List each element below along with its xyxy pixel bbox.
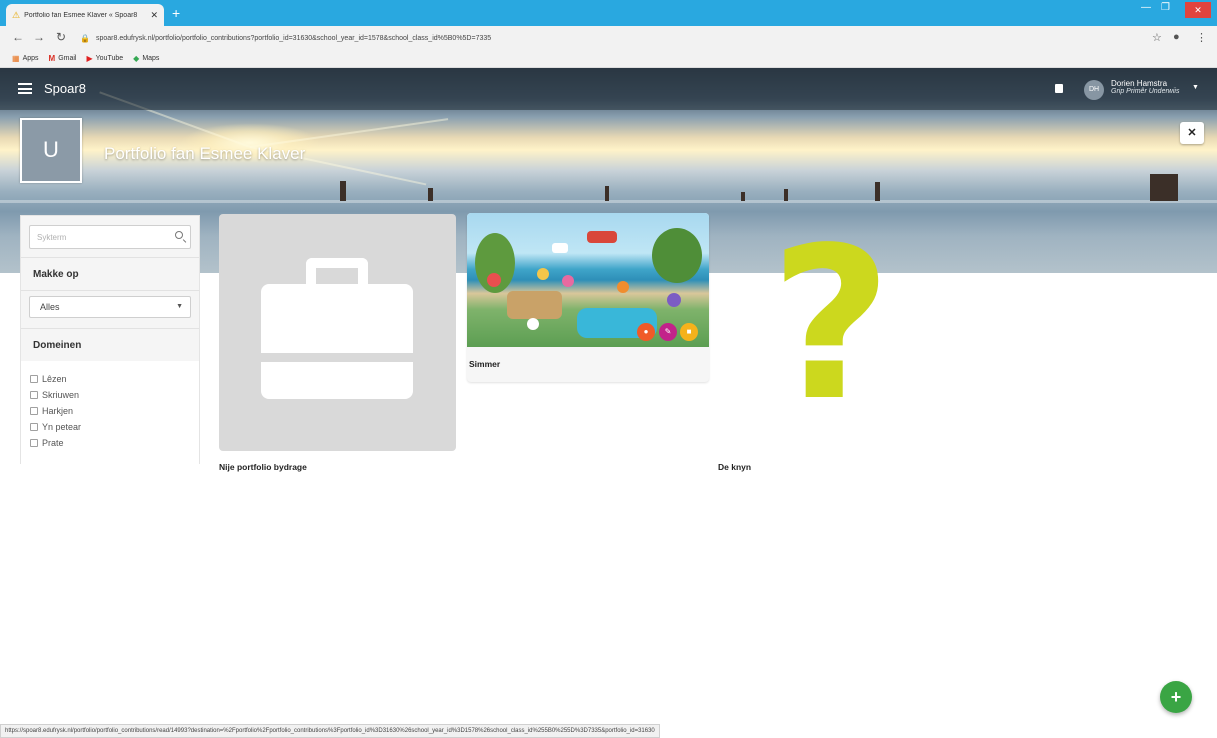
maximize-icon[interactable]: ❐ [1161, 2, 1170, 13]
youtube-icon: ▶ [86, 54, 93, 63]
caret-down-icon[interactable]: ▼ [1192, 84, 1199, 91]
briefcase-icon [261, 284, 413, 399]
makke-op-heading: Makke op [21, 257, 199, 291]
illus-boat [552, 243, 568, 253]
illus-plane [587, 231, 617, 243]
search-box [29, 225, 191, 249]
bookmark-gmail[interactable]: M Gmail [49, 54, 77, 63]
reload-icon[interactable]: ↻ [56, 30, 66, 44]
illus-figure [617, 281, 629, 293]
minimize-icon[interactable]: — [1141, 2, 1151, 13]
app-navbar: Spoar8 DH Dorien Hamstra Grip Primêr Und… [0, 68, 1217, 110]
banner-post [784, 189, 788, 201]
url-text: spoar8.edufrysk.nl/portfolio/portfolio_c… [95, 34, 492, 42]
illus-tree [652, 228, 702, 283]
add-button[interactable]: + [1160, 681, 1192, 713]
bookmarks-bar: ▦ Apps M Gmail ▶ YouTube ◆ Maps [0, 50, 1217, 68]
user-organization: Grip Primêr Underwiis [1111, 88, 1180, 95]
illus-figure [537, 268, 549, 280]
tab-close-icon[interactable]: ✕ [150, 10, 158, 21]
tab-title: Portfolio fan Esmee Klaver « Spoar8 [24, 11, 138, 19]
url-field[interactable]: 🔒 spoar8.edufrysk.nl/portfolio/portfolio… [80, 29, 1130, 47]
new-contribution-label[interactable]: Nije portfolio bydrage [219, 462, 307, 472]
menu-icon[interactable]: ⋮ [1196, 31, 1207, 44]
new-tab-button[interactable]: + [172, 5, 180, 21]
browser-tab[interactable]: ⚠ Portfolio fan Esmee Klaver « Spoar8 ✕ [6, 4, 164, 26]
checkbox[interactable] [30, 407, 38, 415]
illus-figure [667, 293, 681, 307]
file-icon[interactable]: ■ [680, 323, 698, 341]
domain-checkbox-prate[interactable]: Prate [30, 438, 64, 448]
comment-icon[interactable]: ● [637, 323, 655, 341]
edit-icon[interactable]: ✎ [659, 323, 677, 341]
banner-post [875, 182, 880, 201]
star-icon[interactable]: ☆ [1152, 31, 1162, 44]
bookmark-maps[interactable]: ◆ Maps [133, 54, 159, 63]
type-select-value: Alles [40, 302, 60, 312]
domain-checkbox-skriuwen[interactable]: Skriuwen [30, 390, 79, 400]
address-bar: ← → ↻ 🔒 spoar8.edufrysk.nl/portfolio/por… [0, 26, 1217, 50]
new-contribution-card[interactable] [219, 214, 456, 451]
apps-grid-icon: ▦ [12, 54, 20, 63]
simmer-card[interactable]: ● ✎ ■ Simmer [467, 213, 709, 382]
simmer-label[interactable]: Simmer [469, 359, 500, 369]
filter-sidebar: Makke op Alles ▼ Domeinen Lêzen Skriuwen… [20, 215, 200, 464]
window-close-icon[interactable]: ✕ [1185, 2, 1211, 18]
banner-post [1150, 174, 1178, 201]
page-title: Portfolio fan Esmee Klaver [104, 144, 306, 163]
user-avatar[interactable]: DH [1084, 80, 1104, 100]
domain-checkbox-harkjen[interactable]: Harkjen [30, 406, 73, 416]
warning-icon: ⚠ [12, 9, 21, 20]
search-icon[interactable] [175, 231, 183, 239]
maps-icon: ◆ [133, 54, 140, 63]
checkbox[interactable] [30, 423, 38, 431]
bookmark-youtube[interactable]: ▶ YouTube [86, 54, 123, 63]
book-icon[interactable] [1055, 84, 1063, 93]
question-mark-icon[interactable]: ? [770, 220, 892, 430]
checkbox[interactable] [30, 391, 38, 399]
type-select[interactable]: Alles ▼ [29, 296, 191, 318]
domeinen-heading: Domeinen [21, 328, 199, 362]
chevron-down-icon: ▼ [176, 303, 183, 310]
illus-deck [507, 291, 562, 319]
close-button[interactable]: ✕ [1180, 122, 1204, 144]
browser-tab-bar: ⚠ Portfolio fan Esmee Klaver « Spoar8 ✕ … [0, 0, 1217, 26]
lock-icon: 🔒 [80, 33, 90, 43]
banner-post [741, 192, 745, 201]
briefcase-icon-band [261, 353, 413, 362]
banner-post [340, 181, 346, 201]
bookmark-apps[interactable]: ▦ Apps [12, 54, 39, 63]
domain-list: Lêzen Skriuwen Harkjen Yn petear Prate [21, 361, 199, 464]
checkbox[interactable] [30, 439, 38, 447]
search-input[interactable] [30, 226, 170, 248]
banner-post [605, 186, 609, 201]
account-icon[interactable]: ● [1173, 31, 1180, 43]
profile-avatar: U [20, 118, 82, 183]
domain-checkbox-lezen[interactable]: Lêzen [30, 374, 67, 384]
banner-post [428, 188, 433, 201]
user-name[interactable]: Dorien Hamstra [1111, 79, 1167, 88]
checkbox[interactable] [30, 375, 38, 383]
illus-figure [527, 318, 539, 330]
gmail-icon: M [48, 54, 56, 63]
status-bar-url: https://spoar8.edufrysk.nl/portfolio/por… [0, 724, 660, 738]
domain-checkbox-yn-petear[interactable]: Yn petear [30, 422, 81, 432]
back-icon[interactable]: ← [12, 30, 24, 44]
illus-figure [487, 273, 501, 287]
hamburger-menu-icon[interactable] [18, 83, 32, 94]
knyn-label[interactable]: De knyn [718, 462, 751, 472]
illus-figure [562, 275, 574, 287]
forward-icon[interactable]: → [33, 30, 45, 44]
brand-name[interactable]: Spoar8 [44, 81, 86, 96]
